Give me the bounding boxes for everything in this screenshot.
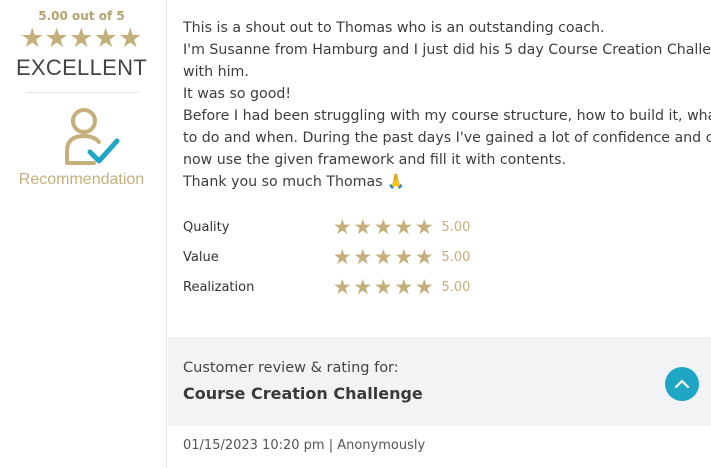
star-icon: ★ [44, 23, 69, 54]
star-icon: ★ [414, 274, 434, 299]
divider [26, 92, 139, 93]
review-line: with him. [183, 64, 249, 80]
star-icon: ★ [373, 274, 393, 299]
star-icon: ★ [394, 214, 414, 239]
chevron-up-icon [674, 379, 690, 389]
review-panel: This is a shout out to Thomas who is an … [168, 0, 711, 468]
review-line: I'm Susanne from Hamburg and I just did … [183, 42, 711, 58]
star-icon: ★ [414, 214, 434, 239]
star-icon: ★ [93, 23, 118, 54]
rating-stars: ★ ★ ★ ★ ★ [332, 214, 435, 239]
review-target-box: Customer review & rating for: Course Cre… [168, 337, 711, 426]
overall-score: 5.00 out of 5 [38, 9, 125, 23]
star-icon: ★ [353, 214, 373, 239]
review-line: It was so good! [183, 86, 292, 102]
star-icon: ★ [332, 274, 352, 299]
star-icon: ★ [20, 23, 45, 54]
rating-label: Realization [183, 279, 255, 295]
star-icon: ★ [69, 23, 94, 54]
star-icon: ★ [332, 214, 352, 239]
star-icon: ★ [353, 274, 373, 299]
review-text: This is a shout out to Thomas who is an … [183, 17, 711, 193]
review-meta: 01/15/2023 10:20 pm | Anonymously [183, 438, 426, 453]
star-icon: ★ [373, 244, 393, 269]
rating-stars: ★ ★ ★ ★ ★ [332, 244, 435, 269]
rating-stars: ★ ★ ★ ★ ★ [332, 274, 435, 299]
category-ratings: Quality ★ ★ ★ ★ ★ 5.00 Value ★ ★ ★ ★ ★ 5… [183, 212, 470, 302]
rating-value: 5.00 [441, 219, 471, 235]
rating-label: Quality [183, 219, 230, 235]
rating-word: EXCELLENT [15, 55, 148, 80]
star-icon: ★ [394, 274, 414, 299]
review-line: now use the given framework and fill it … [183, 152, 567, 168]
review-line: to do and when. During the past days I'v… [183, 130, 711, 146]
user-check-icon [65, 108, 120, 165]
star-icon: ★ [414, 244, 434, 269]
rating-row-realization: Realization ★ ★ ★ ★ ★ 5.00 [183, 272, 470, 302]
recommendation-label: Recommendation [18, 171, 145, 188]
star-icon: ★ [353, 244, 373, 269]
rating-value: 5.00 [441, 279, 471, 295]
rating-row-value: Value ★ ★ ★ ★ ★ 5.00 [183, 242, 470, 272]
rating-summary-panel: 5.00 out of 5 ★ ★ ★ ★ ★ EXCELLENT Recomm… [0, 0, 167, 468]
star-icon: ★ [394, 244, 414, 269]
star-icon: ★ [118, 23, 143, 54]
course-title[interactable]: Course Creation Challenge [183, 384, 423, 403]
review-line: This is a shout out to Thomas who is an … [183, 20, 605, 36]
rating-value: 5.00 [441, 249, 471, 265]
star-icon: ★ [332, 244, 352, 269]
review-line: Before I had been struggling with my cou… [183, 108, 711, 124]
overall-stars: ★ ★ ★ ★ ★ [20, 25, 143, 52]
rating-row-quality: Quality ★ ★ ★ ★ ★ 5.00 [183, 212, 470, 242]
rating-label: Value [183, 249, 219, 265]
review-target-caption: Customer review & rating for: [183, 360, 399, 376]
star-icon: ★ [373, 214, 393, 239]
scroll-up-button[interactable] [665, 367, 699, 401]
review-line: Thank you so much Thomas 🙏 [183, 174, 405, 190]
